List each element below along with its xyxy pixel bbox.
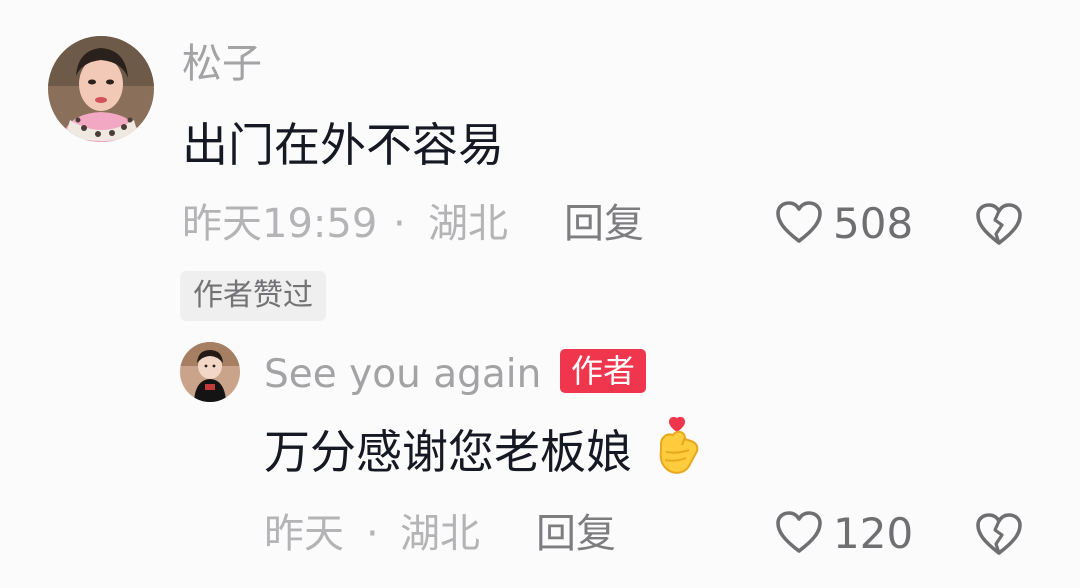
- meta-separator: ·: [393, 201, 406, 247]
- broken-heart-icon: [976, 203, 1022, 245]
- avatar[interactable]: [48, 36, 154, 142]
- reply-button[interactable]: 回复: [564, 204, 644, 244]
- reply-text: 万分感谢您老板娘: [264, 416, 707, 483]
- reply-text-body: 万分感谢您老板娘: [264, 425, 632, 479]
- heart-outline-icon: [775, 200, 823, 248]
- reply-location: 湖北: [400, 511, 480, 557]
- comment-username[interactable]: 松子: [182, 44, 262, 84]
- reply-timestamp: 昨天: [264, 511, 344, 557]
- comment-timestamp: 昨天19:59: [182, 201, 378, 247]
- heart-outline-icon: [775, 510, 823, 558]
- like-count: 508: [833, 199, 914, 248]
- meta-separator: ·: [366, 511, 379, 557]
- author-badge: 作者: [560, 349, 647, 393]
- like-count: 120: [833, 509, 914, 558]
- dislike-button[interactable]: [975, 512, 1023, 556]
- like-button[interactable]: 508: [775, 200, 913, 248]
- comment-location: 湖北: [428, 201, 508, 247]
- reply-avatar[interactable]: [180, 342, 240, 402]
- author-liked-tag: 作者赞过: [180, 271, 326, 321]
- broken-heart-icon: [976, 513, 1022, 555]
- reply-username[interactable]: See you again: [264, 355, 541, 394]
- comment-text: 出门在外不容易: [182, 118, 504, 172]
- finger-heart-emoji: [651, 414, 707, 483]
- like-button[interactable]: 120: [775, 510, 913, 558]
- dislike-button[interactable]: [975, 202, 1023, 246]
- reply-button[interactable]: 回复: [536, 514, 616, 554]
